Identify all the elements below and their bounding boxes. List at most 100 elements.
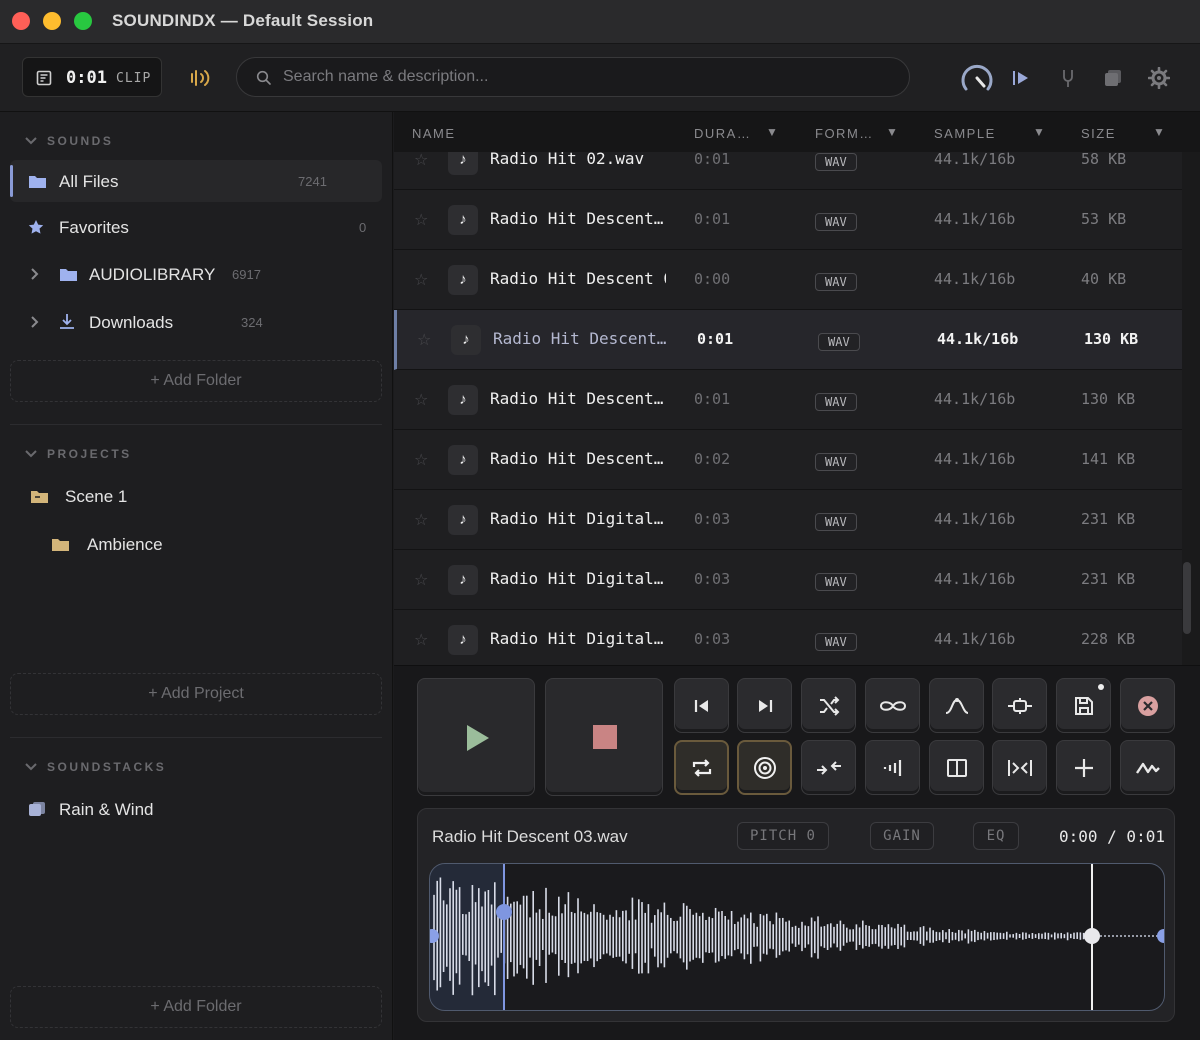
column-header-duration[interactable]: DURA…: [694, 126, 751, 141]
file-sample-rate: 44.1k/16b: [934, 570, 1016, 588]
favorite-star-icon[interactable]: ☆: [414, 210, 428, 230]
merge-button[interactable]: [801, 740, 856, 795]
file-duration: 0:01: [694, 150, 731, 168]
volume-knob-icon[interactable]: [958, 59, 996, 97]
stop-button[interactable]: [545, 678, 663, 796]
sidebar-item-ambience[interactable]: Ambience: [10, 523, 382, 565]
next-button[interactable]: [737, 678, 792, 733]
close-window-button[interactable]: [12, 12, 30, 30]
sidebar-item-count: 7241: [298, 174, 327, 189]
sidebar-item-favorites[interactable]: Favorites 0: [10, 206, 382, 248]
levels-button[interactable]: [865, 740, 920, 795]
file-format-badge: WAV: [815, 453, 857, 471]
scrollbar-thumb[interactable]: [1183, 562, 1191, 634]
favorite-star-icon[interactable]: ☆: [414, 150, 428, 170]
settings-gear-icon[interactable]: [1148, 67, 1170, 89]
previous-button[interactable]: [674, 678, 729, 733]
monitor-button[interactable]: [737, 740, 792, 795]
close-clip-button[interactable]: [1120, 678, 1175, 733]
target-icon: [753, 756, 776, 779]
column-header-size[interactable]: SIZE: [1081, 126, 1116, 141]
file-row[interactable]: ☆ ♪ Radio Hit Descent 0 0:00 WAV 44.1k/16b 40 …: [394, 250, 1182, 310]
sidebar-item-rain-wind[interactable]: Rain & Wind: [10, 788, 382, 830]
favorite-star-icon[interactable]: ☆: [414, 390, 428, 410]
search-input[interactable]: [283, 66, 883, 88]
chevron-right-icon[interactable]: [30, 268, 40, 280]
file-row[interactable]: ☆ ♪ Radio Hit Digital… 0:03 WAV 44.1k/16b 228 …: [394, 610, 1182, 665]
loop-infinite-button[interactable]: [865, 678, 920, 733]
favorite-star-icon[interactable]: ☆: [414, 630, 428, 650]
envelope-button[interactable]: [929, 678, 984, 733]
chevron-right-icon[interactable]: [30, 316, 40, 328]
split-view-button[interactable]: [929, 740, 984, 795]
file-row[interactable]: ☆ ♪ Radio Hit Descent… 0:01 WAV 44.1k/16b 130 …: [394, 370, 1182, 430]
file-size: 228 KB: [1081, 630, 1136, 648]
column-header-sample[interactable]: SAMPLE: [934, 126, 996, 141]
waveform-display[interactable]: [429, 863, 1165, 1011]
file-row[interactable]: ☆ ♪ Radio Hit Digital… 0:03 WAV 44.1k/16b 231 …: [394, 550, 1182, 610]
file-row[interactable]: ☆ ♪ Radio Hit Descent… 0:01 WAV 44.1k/16b 53 K…: [394, 190, 1182, 250]
center-button[interactable]: [992, 740, 1047, 795]
chevron-down-icon[interactable]: [25, 449, 37, 459]
sidebar-item-downloads[interactable]: Downloads 324: [10, 301, 382, 343]
sounds-section-header[interactable]: SOUNDS: [47, 134, 113, 148]
eq-control[interactable]: EQ: [973, 822, 1019, 850]
filter-icon[interactable]: ▼: [1153, 125, 1165, 139]
file-sample-rate: 44.1k/16b: [937, 330, 1019, 348]
favorite-star-icon[interactable]: ☆: [414, 270, 428, 290]
soundstacks-section-header[interactable]: SOUNDSTACKS: [47, 760, 166, 774]
file-size: 231 KB: [1081, 570, 1136, 588]
favorite-star-icon[interactable]: ☆: [414, 450, 428, 470]
music-note-icon: ♪: [451, 325, 481, 355]
file-name: Radio Hit Descent…: [490, 209, 664, 228]
add-folder-button[interactable]: + Add Folder: [10, 986, 382, 1028]
pitch-control[interactable]: PITCH 0: [737, 822, 829, 850]
file-name: Radio Hit Descent 0: [490, 269, 666, 288]
favorite-star-icon[interactable]: ☆: [414, 570, 428, 590]
tuning-fork-icon[interactable]: [1060, 69, 1076, 87]
trim-button[interactable]: [992, 678, 1047, 733]
favorite-star-icon[interactable]: ☆: [414, 510, 428, 530]
column-header-format[interactable]: FORM…: [815, 126, 874, 141]
add-button[interactable]: [1056, 740, 1111, 795]
file-sample-rate: 44.1k/16b: [934, 150, 1016, 168]
save-button[interactable]: [1056, 678, 1111, 733]
repeat-button[interactable]: [674, 740, 729, 795]
filter-icon[interactable]: ▼: [886, 125, 898, 139]
file-row[interactable]: ☆ ♪ Radio Hit Descent… 0:01 WAV 44.1k/16b 130 …: [394, 310, 1182, 370]
chevron-down-icon[interactable]: [25, 136, 37, 146]
chevron-down-icon[interactable]: [25, 762, 37, 772]
projects-section-header[interactable]: PROJECTS: [47, 447, 132, 461]
clip-icon: [36, 70, 52, 86]
sidebar-item-all-files[interactable]: All Files 7241: [10, 160, 382, 202]
file-row[interactable]: ☆ ♪ Radio Hit Digital… 0:03 WAV 44.1k/16b 231 …: [394, 490, 1182, 550]
music-note-icon: ♪: [448, 565, 478, 595]
favorite-star-icon[interactable]: ☆: [417, 330, 431, 350]
search-bar[interactable]: [236, 57, 910, 97]
download-icon: [60, 314, 74, 329]
minimize-window-button[interactable]: [43, 12, 61, 30]
automation-button[interactable]: [1120, 740, 1175, 795]
add-project-button[interactable]: + Add Project: [10, 673, 382, 715]
shuffle-button[interactable]: [801, 678, 856, 733]
gain-control[interactable]: GAIN: [870, 822, 934, 850]
file-size: 130 KB: [1081, 390, 1136, 408]
project-label: Scene 1: [65, 487, 128, 506]
zoom-window-button[interactable]: [74, 12, 92, 30]
layers-icon[interactable]: [1103, 69, 1123, 87]
play-button[interactable]: [417, 678, 535, 796]
column-header-name[interactable]: NAME: [412, 126, 456, 141]
filter-icon[interactable]: ▼: [766, 125, 778, 139]
close-circle-icon: [1137, 695, 1158, 716]
audio-wave-icon[interactable]: [190, 68, 214, 88]
file-row[interactable]: ☆ ♪ Radio Hit Descent… 0:02 WAV 44.1k/16b 141 …: [394, 430, 1182, 490]
filter-icon[interactable]: ▼: [1033, 125, 1045, 139]
sidebar-item-audiolibrary[interactable]: AUDIOLIBRARY 6917: [10, 253, 382, 295]
soundstack-label: Rain & Wind: [59, 800, 154, 819]
add-folder-button[interactable]: + Add Folder: [10, 360, 382, 402]
clip-display[interactable]: 0:01 CLIP: [22, 57, 162, 97]
autoplay-icon[interactable]: [1012, 69, 1030, 87]
divider: [10, 424, 382, 425]
file-size: 231 KB: [1081, 510, 1136, 528]
sidebar-item-scene-1[interactable]: Scene 1: [10, 475, 382, 517]
